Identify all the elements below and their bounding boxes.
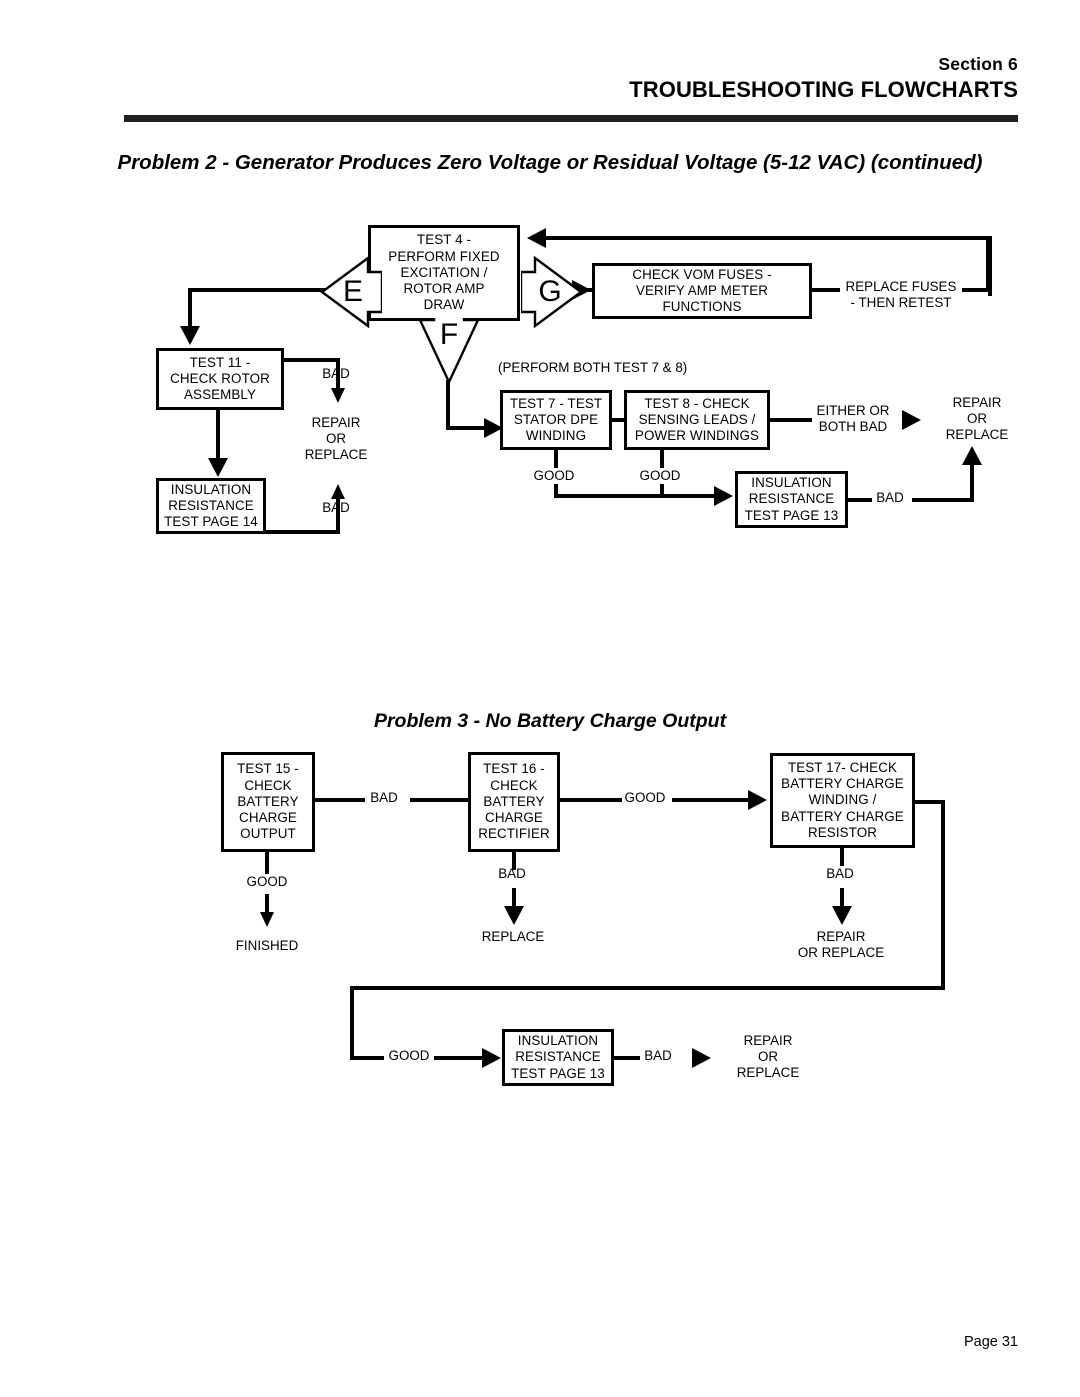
insulation-bad-arrowhead xyxy=(692,1048,711,1068)
label-good-test8: GOOD xyxy=(630,468,690,485)
loopback-horizontal-top xyxy=(540,236,990,240)
label-repair-or-replace-right: REPAIR OR REPLACE xyxy=(945,395,1009,443)
test15-bad-stub-right xyxy=(410,798,468,802)
test11-to-insulation-line xyxy=(216,410,220,462)
node-test-8[interactable]: TEST 8 - CHECK SENSING LEADS / POWER WIN… xyxy=(624,390,770,450)
test16-good-stub-right xyxy=(672,798,750,802)
good-merge-horizontal xyxy=(554,494,718,498)
connector-g-shape xyxy=(519,255,584,329)
loopback-arrowhead xyxy=(527,228,546,248)
f-path-vertical xyxy=(446,380,450,430)
label-bad-insulation-p3: BAD xyxy=(644,1048,672,1063)
label-replace: REPLACE xyxy=(481,929,545,944)
test16-good-arrowhead xyxy=(748,790,767,810)
e-path-arrowhead xyxy=(180,326,200,345)
node-insulation-resistance-page-13-p2[interactable]: INSULATION RESISTANCE TEST PAGE 13 xyxy=(735,471,848,528)
loop-good-stub-left xyxy=(350,1056,384,1060)
either-both-bad-arrowhead xyxy=(902,410,921,430)
e-path-vertical xyxy=(188,288,192,328)
label-bad-insulation14: BAD xyxy=(322,500,350,515)
test16-good-stub-left xyxy=(560,798,622,802)
test11-bad-horizontal xyxy=(284,358,340,362)
label-replace-fuses: REPLACE FUSES - THEN RETEST xyxy=(845,279,957,311)
test15-good-arrowhead xyxy=(260,912,274,927)
test17-bad-vertical xyxy=(840,848,844,866)
node-check-vom-fuses[interactable]: CHECK VOM FUSES - VERIFY AMP METER FUNCT… xyxy=(592,263,812,319)
insulation13-bad-stub-right xyxy=(912,498,974,502)
connector-f[interactable]: F xyxy=(418,306,480,386)
test15-good-vertical xyxy=(265,852,269,874)
label-good-15: GOOD xyxy=(246,874,288,889)
node-test-17[interactable]: TEST 17- CHECK BATTERY CHARGE WINDING / … xyxy=(770,753,915,848)
label-good-16-17: GOOD xyxy=(624,790,666,805)
insulation13-bad-arrowhead xyxy=(962,446,982,465)
node-test-4[interactable]: TEST 4 - PERFORM FIXED EXCITATION / ROTO… xyxy=(368,225,520,321)
label-good-loop: GOOD xyxy=(388,1048,430,1063)
e-path-horizontal xyxy=(188,288,326,292)
label-either-or-both-bad: EITHER OR BOTH BAD xyxy=(816,403,890,435)
label-bad-insulation13: BAD xyxy=(876,490,904,505)
connector-e[interactable]: E xyxy=(319,255,384,329)
test8-bad-horizontal xyxy=(770,418,812,422)
connector-g[interactable]: G xyxy=(519,255,584,329)
problem-3-flowchart: TEST 15 - CHECK BATTERY CHARGE OUTPUT BA… xyxy=(0,0,1080,1397)
node-insulation-resistance-page-13-p3[interactable]: INSULATION RESISTANCE TEST PAGE 13 xyxy=(502,1029,614,1086)
label-finished: FINISHED xyxy=(235,938,299,953)
label-repair-or-replace-17: REPAIR OR REPLACE xyxy=(797,929,885,961)
replace-fuses-riser xyxy=(986,236,990,292)
good-merge-arrowhead xyxy=(714,486,733,506)
connector-e-shape xyxy=(319,255,384,329)
label-bad-test11: BAD xyxy=(322,366,350,381)
test17-loop-down-left xyxy=(350,986,354,1060)
test17-bad-arrowhead xyxy=(832,906,852,925)
node-test-7[interactable]: TEST 7 - TEST STATOR DPE WINDING xyxy=(500,390,612,450)
node-insulation-resistance-page-14[interactable]: INSULATION RESISTANCE TEST PAGE 14 xyxy=(156,478,266,534)
loop-good-arrowhead xyxy=(482,1048,501,1068)
node-test-11[interactable]: TEST 11 - CHECK ROTOR ASSEMBLY xyxy=(156,348,284,410)
label-bad-16: BAD xyxy=(498,866,526,881)
test16-bad-arrowhead xyxy=(504,906,524,925)
insulation13-bad-riser xyxy=(970,462,974,500)
node-test-15[interactable]: TEST 15 - CHECK BATTERY CHARGE OUTPUT xyxy=(221,752,315,852)
insulation14-bad-arrowhead xyxy=(331,484,345,499)
insulation14-bad-horizontal xyxy=(266,530,340,534)
label-bad-17: BAD xyxy=(826,866,854,881)
loop-good-stub-right xyxy=(434,1056,486,1060)
connector-f-shape xyxy=(418,306,480,385)
test17-loop-horizontal xyxy=(350,986,945,990)
test11-bad-arrowhead xyxy=(331,388,345,403)
test11-to-insulation-arrowhead xyxy=(208,458,228,477)
test15-bad-stub-left xyxy=(315,798,365,802)
label-good-test7: GOOD xyxy=(524,468,584,485)
label-bad-15-16: BAD xyxy=(370,790,398,805)
test17-loop-vertical xyxy=(941,800,945,990)
page-number-footer: Page 31 xyxy=(963,1334,1018,1350)
label-repair-or-replace-left: REPAIR OR REPLACE xyxy=(304,415,368,463)
node-test-16[interactable]: TEST 16 - CHECK BATTERY CHARGE RECTIFIER xyxy=(468,752,560,852)
label-perform-both-tests: (PERFORM BOTH TEST 7 & 8) xyxy=(498,360,688,375)
label-repair-or-replace-end: REPAIR OR REPLACE xyxy=(736,1033,800,1081)
